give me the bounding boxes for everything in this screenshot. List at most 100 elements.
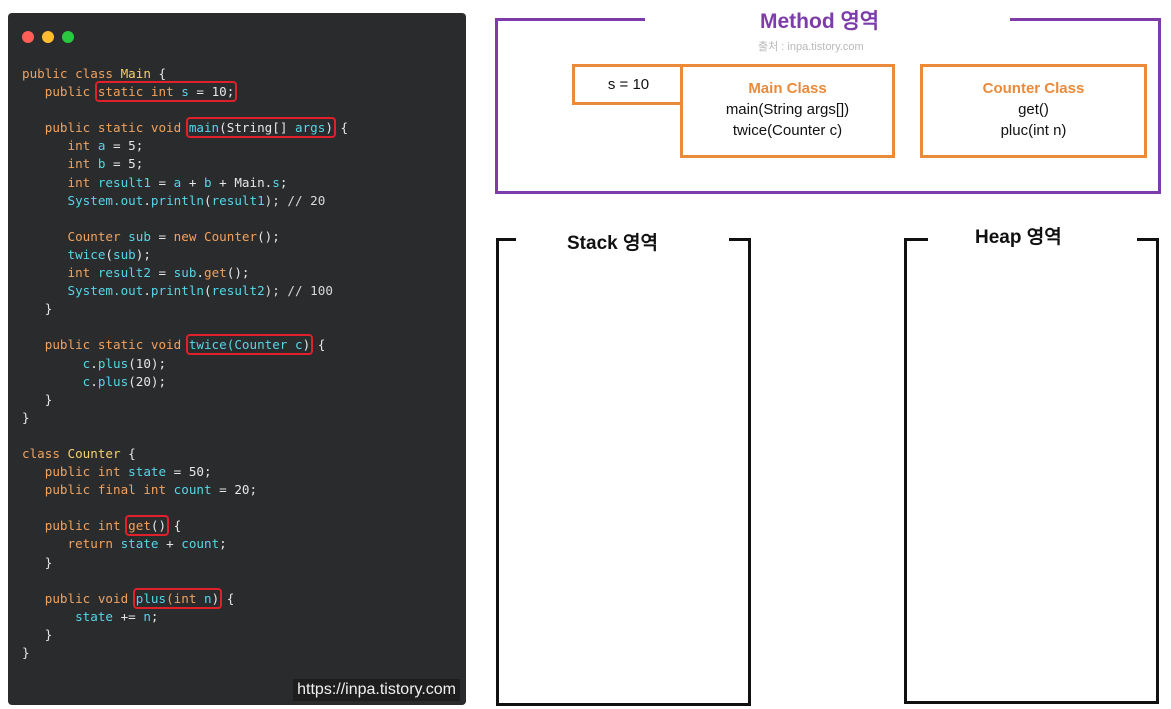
- code-token: = 20;: [211, 482, 258, 498]
- code-token: public void: [22, 590, 136, 606]
- code-token: twice: [22, 246, 106, 262]
- code-token: (int: [166, 590, 204, 606]
- code-token: = 50;: [166, 464, 212, 480]
- code-token: int: [22, 174, 98, 190]
- code-token: .: [90, 355, 98, 371]
- code-token: public static void: [22, 337, 189, 353]
- code-token: int: [22, 265, 98, 281]
- code-token: }: [22, 409, 30, 425]
- code-panel: public class Main { public static int s …: [8, 13, 466, 705]
- code-token: ); // 20: [264, 192, 326, 208]
- code-token: (: [204, 192, 212, 208]
- code-token: {: [120, 445, 136, 461]
- code-token: Main: [120, 66, 151, 81]
- code-token: .: [90, 373, 98, 389]
- code-line: public static void main(String[] args) {: [22, 117, 348, 139]
- code-token: (String[]: [219, 120, 295, 136]
- code-token: b: [204, 174, 212, 190]
- maximize-dot-icon: [62, 31, 74, 43]
- code-token: {: [150, 66, 167, 81]
- code-token: args: [294, 120, 326, 136]
- code-token: state: [128, 464, 167, 480]
- main-class-title: Main Class: [748, 80, 827, 97]
- code-token: (: [204, 283, 212, 299]
- highlight-box: plus(int n): [132, 587, 223, 609]
- code-token: .: [143, 283, 151, 299]
- code-token: public: [22, 66, 76, 81]
- code-token: c: [294, 337, 303, 353]
- code-token: ;: [279, 174, 288, 190]
- code-line: }: [22, 300, 348, 318]
- highlight-box: static int s = 10;: [94, 81, 238, 103]
- code-token: );: [135, 246, 151, 262]
- code-line: public void plus(int n) {: [22, 587, 348, 609]
- close-dot-icon: [22, 31, 34, 43]
- code-token: =: [150, 265, 174, 281]
- code-token: c: [22, 373, 91, 389]
- stack-area-title: Stack 영역: [567, 233, 658, 254]
- code-token: System.: [22, 283, 121, 299]
- method-area-subtitle: 출처 : inpa.tistory.com: [758, 41, 864, 53]
- code-token: ();: [257, 228, 280, 244]
- code-token: int: [22, 156, 98, 172]
- code-token: ): [325, 120, 333, 136]
- code-token: println: [150, 283, 204, 299]
- code-token: +=: [120, 608, 144, 624]
- code-token: Counter: [22, 228, 129, 244]
- code-token: plus: [97, 355, 129, 371]
- code-line: }: [22, 391, 348, 409]
- code-token: }: [22, 645, 30, 660]
- code-line: System.out.println(result1); // 20: [22, 192, 348, 210]
- code-line: int result1 = a + b + Main.s;: [22, 174, 348, 192]
- code-token: println: [150, 192, 204, 208]
- code-token: }: [22, 301, 53, 317]
- code-token: public int: [22, 464, 129, 480]
- code-line: class Counter {: [22, 445, 348, 463]
- code-token: (: [105, 246, 113, 262]
- code-token: static int: [97, 84, 182, 100]
- static-var-label: s = 10: [607, 76, 650, 93]
- code-token: result2: [211, 283, 265, 299]
- code-line: }: [22, 644, 348, 662]
- counter-class-method: get(): [1018, 101, 1049, 118]
- code-token: plus: [97, 373, 129, 389]
- code-line: Counter sub = new Counter();: [22, 228, 348, 246]
- code-token: ;: [150, 608, 159, 624]
- code-line: c.plus(20);: [22, 373, 348, 391]
- method-area-title: Method 영역: [760, 10, 880, 33]
- code-token: =: [150, 228, 174, 244]
- static-var-box: s = 10: [572, 64, 685, 105]
- code-token: class: [75, 66, 121, 81]
- code-token: plus: [135, 590, 167, 606]
- window-controls: [22, 31, 74, 43]
- code-token: class: [22, 445, 68, 461]
- code-token: (10);: [128, 355, 167, 371]
- code-token: public static void: [22, 120, 189, 136]
- code-token: System.: [22, 192, 121, 208]
- code-token: Counter: [67, 445, 121, 461]
- code-token: result1: [211, 192, 265, 208]
- code-token: sub: [113, 246, 136, 262]
- code-token: + Main.: [211, 174, 273, 190]
- minimize-dot-icon: [42, 31, 54, 43]
- code-token: state: [22, 608, 121, 624]
- code-line: c.plus(10);: [22, 355, 348, 373]
- code-token: = 5;: [105, 156, 144, 172]
- code-token: Counter: [204, 228, 258, 244]
- code-line: public class Main {: [22, 65, 348, 83]
- code-token: n: [204, 590, 212, 606]
- code-token: (): [150, 518, 167, 534]
- code-token: ();: [226, 265, 250, 281]
- code-token: get: [204, 265, 227, 281]
- code-token: }: [22, 626, 53, 642]
- code-token: public final int: [22, 482, 174, 498]
- stack-area-frame: [496, 238, 751, 706]
- code-token: result2: [97, 265, 151, 281]
- code-token: public: [22, 84, 91, 100]
- code-token: count: [173, 482, 212, 498]
- code-token: result1: [97, 174, 151, 190]
